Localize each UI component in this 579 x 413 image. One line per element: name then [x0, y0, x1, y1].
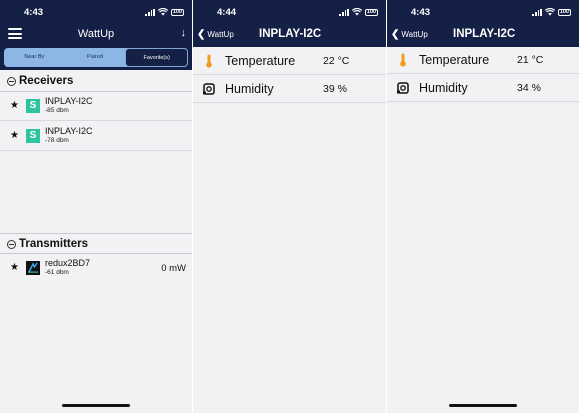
thermometer-icon — [400, 53, 406, 67]
wifi-icon — [351, 8, 362, 16]
reading-value: 21 °C — [517, 54, 544, 66]
reading-label: Humidity — [225, 82, 274, 96]
status-icons: 100 — [145, 8, 184, 16]
transmitter-signal: -61 dbm — [45, 269, 69, 276]
reading-label: Temperature — [419, 53, 490, 67]
device-detail-screen: 4:44 100 ❮ WattUp INPLAY-I2C Temperature… — [193, 0, 386, 413]
wifi-icon — [157, 8, 168, 16]
battery-icon: 100 — [364, 8, 378, 16]
chevron-left-icon: ❮ — [197, 29, 206, 40]
wifi-icon — [544, 8, 555, 16]
status-bar: 4:44 100 — [193, 0, 386, 25]
header: 4:43 100 ❮ WattUp INPLAY-I2C — [387, 0, 579, 47]
cellular-signal-icon — [532, 8, 542, 16]
receiver-row[interactable]: ★ S INPLAY-I2C -78 dbm — [0, 122, 192, 151]
receivers-heading-label: Receivers — [19, 75, 74, 87]
reading-row-humidity: Humidity 39 % — [193, 76, 386, 103]
header: 4:43 100 WattUp ↓ Near By Paired Favorit… — [0, 0, 192, 70]
device-list-screen: 4:43 100 WattUp ↓ Near By Paired Favorit… — [0, 0, 192, 413]
tab-paired[interactable]: Paired — [65, 48, 126, 67]
transmitters-heading[interactable]: Transmitters — [7, 238, 88, 250]
receiver-row[interactable]: ★ S INPLAY-I2C -85 dbm — [0, 92, 192, 121]
status-time: 4:44 — [217, 7, 237, 18]
humidity-sensor-icon — [203, 83, 215, 95]
favorite-star-icon[interactable]: ★ — [10, 100, 19, 111]
reading-value: 34 % — [517, 82, 541, 94]
status-bar: 4:43 100 — [0, 0, 192, 25]
status-icons: 100 — [339, 8, 378, 16]
page-title: INPLAY-I2C — [259, 28, 322, 40]
status-time: 4:43 — [24, 7, 44, 18]
chevron-left-icon: ❮ — [391, 29, 400, 40]
humidity-sensor-icon — [397, 82, 409, 94]
tab-near-by[interactable]: Near By — [4, 48, 65, 67]
battery-icon: 100 — [170, 8, 184, 16]
filter-segmented-control: Near By Paired Favorite(s) — [4, 48, 188, 67]
reading-row-humidity: Humidity 34 % — [387, 75, 579, 102]
home-indicator[interactable] — [62, 404, 130, 407]
reading-value: 39 % — [323, 83, 347, 95]
status-icons: 100 — [532, 8, 571, 16]
nav-bar: ❮ WattUp INPLAY-I2C — [193, 25, 386, 45]
favorite-star-icon[interactable]: ★ — [10, 262, 19, 273]
reading-row-temperature: Temperature 22 °C — [193, 48, 386, 75]
transmitter-name: redux2BD7 — [45, 258, 91, 268]
reading-label: Humidity — [419, 81, 468, 95]
status-bar: 4:43 100 — [387, 0, 579, 25]
receiver-s-icon: S — [26, 129, 40, 143]
transmitter-logo-icon — [26, 261, 40, 275]
app-title: WattUp — [77, 28, 115, 40]
thermometer-icon — [206, 54, 212, 68]
receiver-name: INPLAY-I2C — [45, 126, 93, 136]
receiver-signal: -85 dbm — [45, 107, 69, 114]
transmitter-row[interactable]: ★ redux2BD7 -61 dbm 0 mW — [0, 254, 192, 283]
back-button[interactable]: ❮ WattUp — [391, 29, 428, 40]
favorite-star-icon[interactable]: ★ — [10, 130, 19, 141]
page-title: INPLAY-I2C — [453, 28, 516, 40]
device-detail-screen: 4:43 100 ❮ WattUp INPLAY-I2C Temperature… — [387, 0, 579, 413]
header: 4:44 100 ❮ WattUp INPLAY-I2C — [193, 0, 386, 47]
receiver-signal: -78 dbm — [45, 137, 69, 144]
nav-bar: ❮ WattUp INPLAY-I2C — [387, 25, 579, 45]
battery-icon: 100 — [557, 8, 571, 16]
back-label: WattUp — [401, 30, 428, 39]
reading-label: Temperature — [225, 54, 296, 68]
back-button[interactable]: ❮ WattUp — [197, 29, 234, 40]
divider — [0, 233, 192, 234]
receiver-name: INPLAY-I2C — [45, 96, 93, 106]
receivers-heading[interactable]: Receivers — [7, 75, 73, 87]
home-indicator[interactable] — [449, 404, 517, 407]
cellular-signal-icon — [145, 8, 155, 16]
transmitter-power: 0 mW — [161, 263, 186, 274]
download-arrow-icon[interactable]: ↓ — [181, 27, 187, 39]
status-time: 4:43 — [411, 7, 431, 18]
tab-favorites[interactable]: Favorite(s) — [125, 48, 188, 67]
back-label: WattUp — [207, 30, 234, 39]
reading-row-temperature: Temperature 21 °C — [387, 47, 579, 74]
reading-value: 22 °C — [323, 55, 350, 67]
nav-bar: WattUp ↓ — [0, 25, 192, 45]
collapse-minus-icon[interactable] — [7, 239, 16, 249]
transmitters-heading-label: Transmitters — [19, 238, 89, 250]
cellular-signal-icon — [339, 8, 349, 16]
collapse-minus-icon[interactable] — [7, 76, 16, 86]
receiver-s-icon: S — [26, 99, 40, 113]
